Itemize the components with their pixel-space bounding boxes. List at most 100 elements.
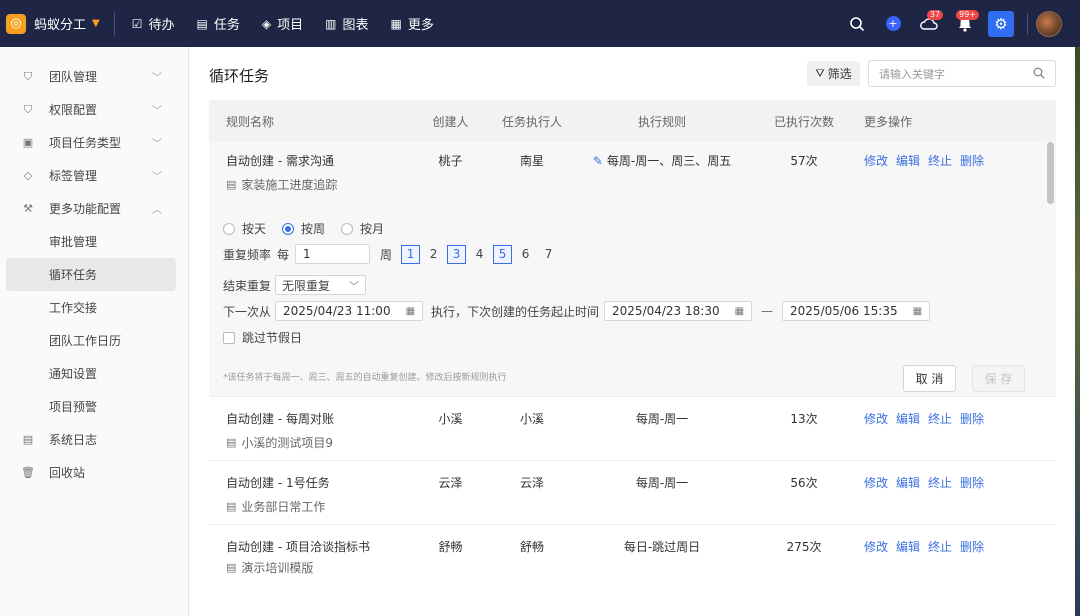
nav-tasks[interactable]: ▤ 任务 <box>186 0 251 47</box>
stop-link[interactable]: 终止 <box>928 412 952 426</box>
delete-link[interactable]: 删除 <box>960 540 984 554</box>
project-name: 家装施工进度追踪 <box>241 178 338 192</box>
save-button[interactable]: 保 存 <box>972 365 1025 392</box>
filter-button[interactable]: ⛛ 筛选 <box>807 61 860 86</box>
freq-input[interactable]: 1 <box>295 244 371 264</box>
divider <box>113 11 115 36</box>
cloud-icon[interactable]: 37 <box>911 0 947 47</box>
sidebar-item-more-config[interactable]: ⚒ 更多功能配置 ︿ <box>0 192 188 225</box>
radio-daily[interactable]: 按天 <box>223 220 266 237</box>
nav-todo[interactable]: ☑ 待办 <box>121 0 186 47</box>
sidebar: ⛉ 团队管理 ﹀ ⛉ 权限配置 ﹀ ▣ 项目任务类型 ﹀ ◇ 标签管理 ﹀ ⚒ 更多功能配置 ︿ 审… <box>0 47 189 616</box>
search-input[interactable]: 请输入关键字 <box>868 60 1056 87</box>
plus-icon: + <box>885 16 901 31</box>
exec-count: 275次 <box>786 540 822 554</box>
sidebar-item-team[interactable]: ⛉ 团队管理 ﹀ <box>0 60 188 93</box>
table-row[interactable]: 自动创建 - 需求沟通 ▤ 家装施工进度追踪 桃子 南星 ✎ 每周-周一、周三、周五… <box>209 142 1056 207</box>
col-header-ops: 更多操作 <box>864 114 913 129</box>
calendar-icon: ▦ <box>405 305 416 317</box>
calendar-icon: ▦ <box>912 305 923 317</box>
project-name: 小溪的测试项目9 <box>241 436 334 450</box>
skip-holidays-row[interactable]: 跳过节假日 <box>223 329 302 346</box>
delete-link[interactable]: 删除 <box>960 412 984 426</box>
cancel-button[interactable]: 取 消 <box>903 365 956 392</box>
sidebar-item-trash[interactable]: 🗑 回收站 <box>0 456 188 489</box>
modify-link[interactable]: 修改 <box>864 412 888 426</box>
sidebar-item-logs[interactable]: ▤ 系统日志 <box>0 423 188 456</box>
sidebar-item-label: 通知设置 <box>49 367 98 381</box>
sidebar-item-alerts[interactable]: 项目预警 <box>0 390 188 423</box>
app-logo-icon[interactable]: ◎ <box>6 13 26 34</box>
stop-link[interactable]: 终止 <box>928 540 952 554</box>
start-time-input[interactable]: 2025/04/23 18:30 ▦ <box>604 301 753 321</box>
sidebar-item-permissions[interactable]: ⛉ 权限配置 ﹀ <box>0 93 188 126</box>
modify-link[interactable]: 修改 <box>864 476 888 490</box>
table-header: 规则名称 创建人 任务执行人 执行规则 已执行次数 更多操作 <box>209 100 1056 142</box>
avatar[interactable] <box>1036 10 1062 37</box>
sidebar-item-calendar[interactable]: 团队工作日历 <box>0 324 188 357</box>
end-time-input[interactable]: 2025/05/06 15:35 ▦ <box>782 301 931 321</box>
project-icon: ▤ <box>226 500 237 513</box>
chevron-down-icon[interactable]: ▼ <box>92 18 100 29</box>
edit-link[interactable]: 编辑 <box>896 412 920 426</box>
radio-label: 按月 <box>360 222 385 236</box>
day-7[interactable]: 7 <box>539 245 558 264</box>
table-row[interactable]: 自动创建 - 每周对账 ▤ 小溪的测试项目9 小溪 小溪 每周-周一 13次 修改… <box>209 397 1056 461</box>
delete-link[interactable]: 删除 <box>960 476 984 490</box>
rule-project: ▤ 家装施工进度追踪 <box>226 176 409 193</box>
sidebar-item-handover[interactable]: 工作交接 <box>0 291 188 324</box>
edit-link[interactable]: 编辑 <box>896 154 920 168</box>
sidebar-item-approval[interactable]: 审批管理 <box>0 225 188 258</box>
search-icon[interactable] <box>1033 67 1045 82</box>
next-time-row: 下一次从 2025/04/23 11:00 ▦ 执行，下次创建的任务起止时间 20… <box>223 301 931 321</box>
add-icon[interactable]: + <box>875 0 911 47</box>
nav-charts[interactable]: ▥ 图表 <box>314 0 379 47</box>
settings-button[interactable]: ⚙ <box>983 0 1019 47</box>
stop-link[interactable]: 终止 <box>928 154 952 168</box>
radio-monthly[interactable]: 按月 <box>341 220 384 237</box>
day-1[interactable]: 1 <box>401 244 421 264</box>
layers-icon: ◈ <box>261 16 272 31</box>
day-2[interactable]: 2 <box>424 245 443 264</box>
next-time-input[interactable]: 2025/04/23 11:00 ▦ <box>275 301 424 321</box>
project-icon: ▤ <box>226 561 237 574</box>
table-row[interactable]: 自动创建 - 1号任务 ▤ 业务部日常工作 云泽 云泽 每周-周一 56次 修改编… <box>209 461 1056 525</box>
executor: 云泽 <box>519 476 544 490</box>
chevron-down-icon: ﹀ <box>152 106 162 117</box>
executor: 南星 <box>519 154 544 168</box>
creator: 桃子 <box>438 154 463 168</box>
tasks-icon: ▤ <box>196 16 208 31</box>
day-4[interactable]: 4 <box>470 245 489 264</box>
list-icon: ▣ <box>22 136 34 149</box>
scrollbar[interactable] <box>1047 142 1054 204</box>
bell-icon[interactable]: 99+ <box>947 0 983 47</box>
sidebar-item-tags[interactable]: ◇ 标签管理 ﹀ <box>0 159 188 192</box>
stop-link[interactable]: 终止 <box>928 476 952 490</box>
nav-more[interactable]: ▦ 更多 <box>379 0 444 47</box>
search-icon[interactable] <box>839 0 875 47</box>
day-6[interactable]: 6 <box>516 245 535 264</box>
table-row[interactable]: 自动创建 - 项目洽谈指标书 ▤ 演示培训模版 舒畅 舒畅 每日-跳过周日 275… <box>209 525 1056 589</box>
delete-link[interactable]: 删除 <box>960 154 984 168</box>
sidebar-item-task-types[interactable]: ▣ 项目任务类型 ﹀ <box>0 126 188 159</box>
sidebar-item-notifications[interactable]: 通知设置 <box>0 357 188 390</box>
sidebar-item-recurring-tasks[interactable]: 循环任务 <box>6 258 176 291</box>
skip-holidays-checkbox[interactable] <box>223 331 235 344</box>
end-repeat-select[interactable]: 无限重复 ﹀ <box>275 275 367 295</box>
day-5[interactable]: 5 <box>493 244 513 264</box>
next-label: 下一次从 <box>223 304 272 319</box>
rule-text: 每周-周一、周三、周五 <box>606 154 732 168</box>
modify-link[interactable]: 修改 <box>864 540 888 554</box>
background-edge <box>1075 47 1080 616</box>
rule-text: 每日-跳过周日 <box>623 540 701 554</box>
next-value: 2025/04/23 11:00 <box>283 304 391 318</box>
modify-link[interactable]: 修改 <box>864 154 888 168</box>
radio-weekly[interactable]: 按周 <box>282 220 325 237</box>
edit-link[interactable]: 编辑 <box>896 476 920 490</box>
rule[interactable]: ✎ 每周-周一、周三、周五 <box>572 152 752 169</box>
team-name[interactable]: 蚂蚁分工 <box>34 14 86 33</box>
edit-link[interactable]: 编辑 <box>896 540 920 554</box>
day-3[interactable]: 3 <box>447 244 467 264</box>
nav-projects[interactable]: ◈ 项目 <box>251 0 314 47</box>
edit-icon[interactable]: ✎ <box>593 154 603 168</box>
